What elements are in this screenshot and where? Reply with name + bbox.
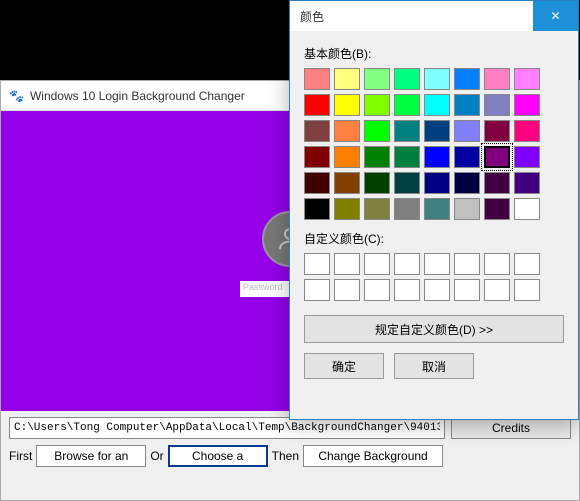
color-swatch[interactable] [394,68,420,90]
ok-button[interactable]: 确定 [304,353,384,379]
cancel-button[interactable]: 取消 [394,353,474,379]
color-swatch[interactable] [424,94,450,116]
color-swatch[interactable] [454,120,480,142]
choose-color-button[interactable]: Choose a [168,445,268,467]
custom-color-swatch[interactable] [424,279,450,301]
color-swatch[interactable] [364,198,390,220]
color-swatch[interactable] [304,198,330,220]
action-row: First Browse for an Or Choose a Then Cha… [1,441,579,475]
custom-colors-label: 自定义颜色(C): [304,230,564,247]
color-swatch[interactable] [364,146,390,168]
color-swatch[interactable] [484,120,510,142]
color-dialog: 颜色 ✕ 基本颜色(B): 自定义颜色(C): 规定自定义颜色(D) >> 确定… [289,0,579,420]
color-swatch[interactable] [454,94,480,116]
close-icon: ✕ [550,9,560,23]
custom-color-swatch[interactable] [304,253,330,275]
first-label: First [9,449,32,463]
custom-color-swatch[interactable] [514,253,540,275]
color-swatch[interactable] [514,120,540,142]
credits-button[interactable]: Credits [451,417,571,439]
color-swatch[interactable] [364,94,390,116]
color-swatch[interactable] [484,146,510,168]
custom-color-swatch[interactable] [514,279,540,301]
color-swatch[interactable] [454,198,480,220]
color-swatch[interactable] [454,172,480,194]
color-swatch[interactable] [514,146,540,168]
color-swatch[interactable] [394,120,420,142]
app-icon: 🐾 [9,89,24,103]
color-swatch[interactable] [514,198,540,220]
color-swatch[interactable] [484,68,510,90]
color-dialog-close-button[interactable]: ✕ [533,1,578,31]
color-swatch[interactable] [334,198,360,220]
color-swatch[interactable] [424,146,450,168]
custom-color-swatch[interactable] [454,279,480,301]
color-swatch[interactable] [424,198,450,220]
custom-color-grid [304,253,564,301]
color-swatch[interactable] [304,172,330,194]
color-dialog-titlebar: 颜色 ✕ [290,1,578,31]
color-dialog-title: 颜色 [300,8,533,25]
custom-color-swatch[interactable] [364,253,390,275]
define-custom-color-button[interactable]: 规定自定义颜色(D) >> [304,315,564,343]
custom-color-swatch[interactable] [424,253,450,275]
custom-color-swatch[interactable] [484,279,510,301]
color-swatch[interactable] [454,146,480,168]
or-label: Or [150,449,163,463]
color-swatch[interactable] [304,68,330,90]
color-swatch[interactable] [334,172,360,194]
color-swatch[interactable] [454,68,480,90]
color-dialog-body: 基本颜色(B): 自定义颜色(C): 规定自定义颜色(D) >> 确定 取消 [290,31,578,389]
then-label: Then [272,449,299,463]
color-swatch[interactable] [304,120,330,142]
custom-color-swatch[interactable] [394,279,420,301]
custom-color-swatch[interactable] [304,279,330,301]
browse-button[interactable]: Browse for an [36,445,146,467]
color-swatch[interactable] [394,146,420,168]
color-swatch[interactable] [394,172,420,194]
basic-color-grid [304,68,564,220]
color-swatch[interactable] [364,172,390,194]
custom-color-swatch[interactable] [394,253,420,275]
color-swatch[interactable] [424,172,450,194]
color-swatch[interactable] [424,120,450,142]
color-swatch[interactable] [514,68,540,90]
color-swatch[interactable] [334,68,360,90]
color-swatch[interactable] [484,94,510,116]
custom-color-swatch[interactable] [334,253,360,275]
color-swatch[interactable] [514,94,540,116]
color-swatch[interactable] [334,94,360,116]
path-input[interactable] [9,417,445,439]
color-swatch[interactable] [484,198,510,220]
custom-color-swatch[interactable] [484,253,510,275]
custom-color-swatch[interactable] [454,253,480,275]
color-swatch[interactable] [304,146,330,168]
color-swatch[interactable] [364,120,390,142]
color-swatch[interactable] [304,94,330,116]
dialog-button-row: 确定 取消 [304,353,564,379]
custom-color-swatch[interactable] [334,279,360,301]
custom-color-swatch[interactable] [364,279,390,301]
color-swatch[interactable] [394,94,420,116]
basic-colors-label: 基本颜色(B): [304,45,564,62]
color-swatch[interactable] [484,172,510,194]
color-swatch[interactable] [514,172,540,194]
color-swatch[interactable] [334,146,360,168]
color-swatch[interactable] [424,68,450,90]
color-swatch[interactable] [394,198,420,220]
color-swatch[interactable] [334,120,360,142]
change-background-button[interactable]: Change Background [303,445,443,467]
color-swatch[interactable] [364,68,390,90]
